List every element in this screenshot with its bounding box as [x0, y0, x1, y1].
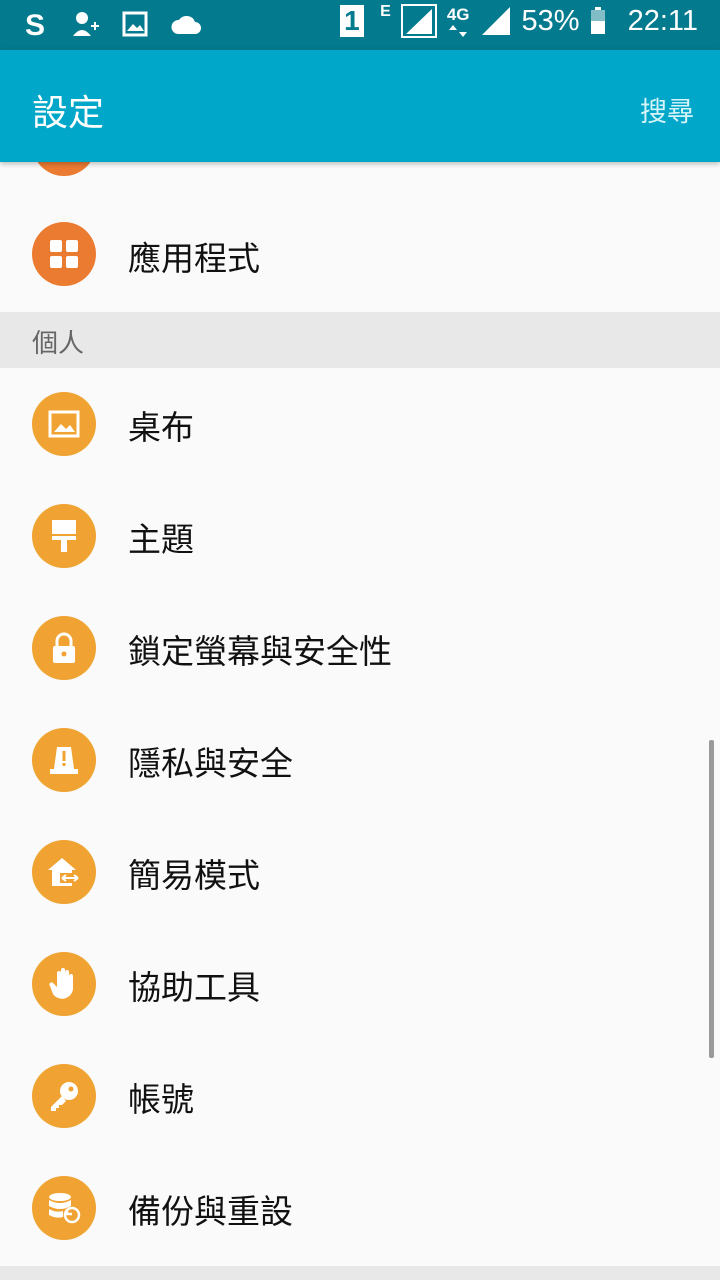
- settings-item-accessibility[interactable]: 協助工具: [0, 928, 720, 1040]
- settings-item-label: 應用程式: [128, 239, 260, 278]
- settings-item-label: 鎖定螢幕與安全性: [128, 632, 392, 671]
- scrollbar[interactable]: [709, 740, 714, 1058]
- settings-item-wallpaper[interactable]: 桌布: [0, 368, 720, 480]
- sim-indicator-icon: 1: [340, 5, 365, 37]
- settings-item-label: 桌布: [128, 408, 194, 447]
- easy-mode-home-icon: [32, 840, 96, 904]
- settings-item-label: 協助工具: [128, 968, 260, 1007]
- settings-item-label: 備份與重設: [128, 1192, 293, 1231]
- data-arrows-icon: [449, 25, 468, 37]
- settings-item-label: 簡易模式: [128, 856, 260, 895]
- cloud-icon: [171, 15, 201, 34]
- signal-sim1-icon: [400, 4, 437, 38]
- gallery-icon: [122, 11, 148, 37]
- key-icon: [32, 1064, 96, 1128]
- wallpaper-icon: [32, 392, 96, 456]
- clock: 22:11: [627, 4, 698, 37]
- hand-icon: [32, 952, 96, 1016]
- settings-item-label: 主題: [128, 520, 194, 559]
- edge-indicator: E: [380, 3, 391, 20]
- svg-text:S: S: [25, 9, 45, 40]
- settings-item-apps[interactable]: 應用程式: [0, 162, 720, 312]
- settings-item-accounts[interactable]: 帳號: [0, 1040, 720, 1152]
- settings-item-label: 帳號: [128, 1080, 194, 1119]
- settings-item-backup[interactable]: 備份與重設: [0, 1152, 720, 1264]
- settings-list: 應用程式 個人 桌布 主題 鎖定螢幕與安全性 隱私與安全 簡易模式 協助工具 帳…: [0, 112, 720, 1264]
- settings-item-label: 隱私與安全: [128, 744, 293, 783]
- battery-percent: 53%: [521, 4, 580, 37]
- settings-item-privacy[interactable]: 隱私與安全: [0, 704, 720, 816]
- battery-icon: [590, 7, 605, 34]
- section-header-personal: 個人: [0, 312, 720, 368]
- network-type: 4G: [446, 5, 470, 24]
- contact-sync-icon: [73, 12, 99, 36]
- s-app-icon: S: [25, 9, 45, 40]
- section-header-label: 個人: [32, 329, 85, 359]
- settings-item-theme[interactable]: 主題: [0, 480, 720, 592]
- privacy-alert-icon: [32, 728, 96, 792]
- status-bar: S 1 E 4G 53% 22:11: [0, 0, 720, 50]
- search-button[interactable]: 搜尋: [640, 90, 694, 129]
- app-bar: 設定 搜尋: [0, 50, 720, 162]
- theme-brush-icon: [32, 504, 96, 568]
- lock-icon: [32, 616, 96, 680]
- settings-item-easy-mode[interactable]: 簡易模式: [0, 816, 720, 928]
- section-header-next: [0, 1266, 720, 1280]
- page-title: 設定: [32, 93, 105, 134]
- apps-grid-icon: [32, 222, 96, 286]
- signal-sim2-icon: [481, 7, 510, 35]
- settings-item-lockscreen[interactable]: 鎖定螢幕與安全性: [0, 592, 720, 704]
- backup-reset-icon: [32, 1176, 96, 1240]
